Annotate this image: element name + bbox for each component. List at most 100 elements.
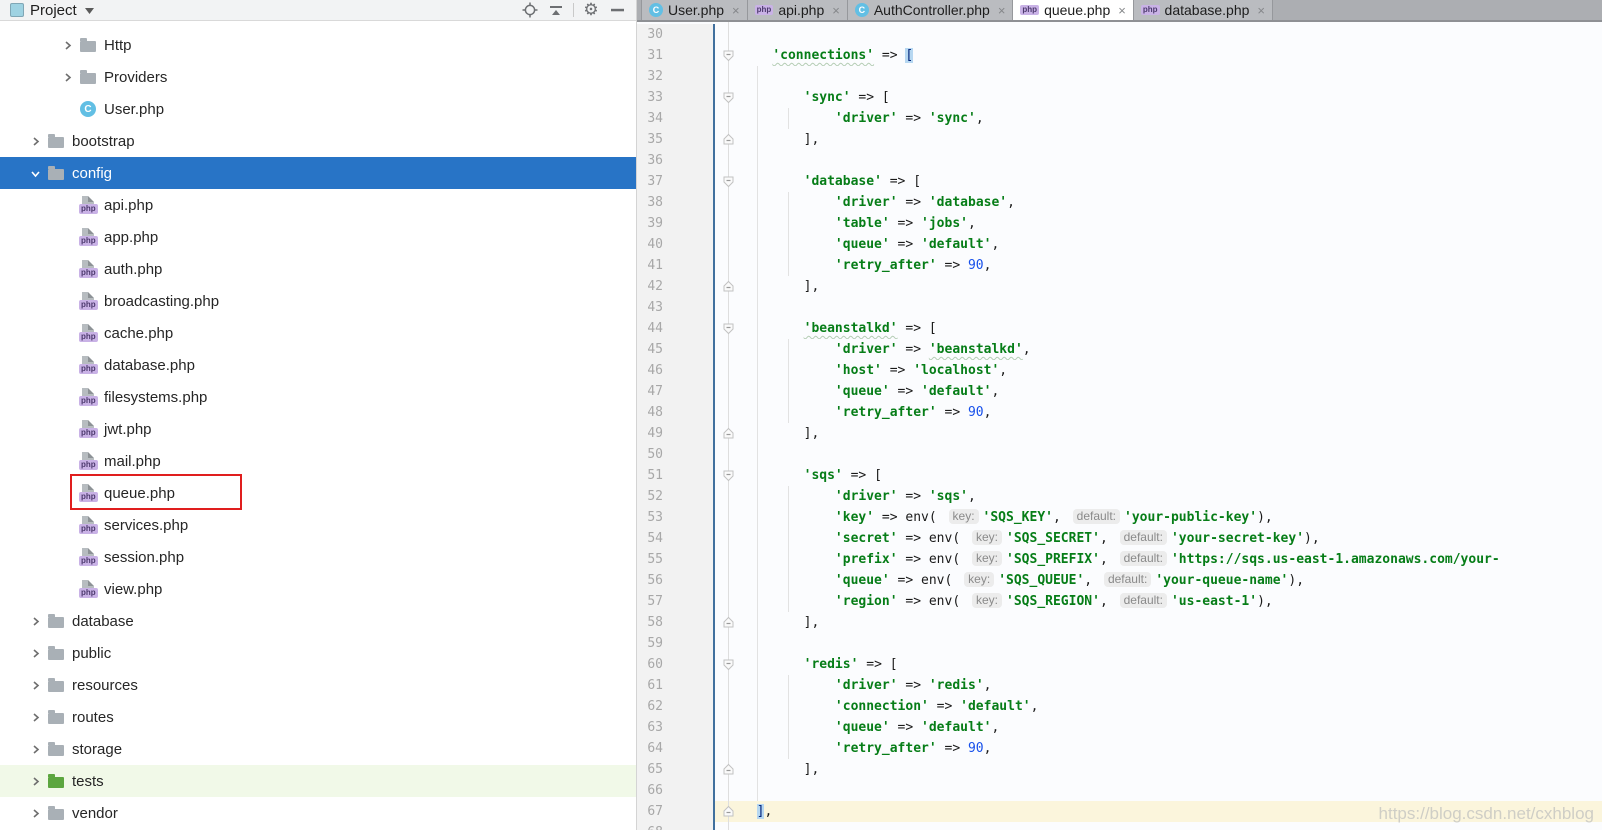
line-gutter[interactable]: 52 (637, 486, 715, 507)
settings-gear-icon[interactable]: ⚙ (578, 0, 604, 20)
tree-item-mail-php[interactable]: phpmail.php (0, 445, 636, 477)
code-text[interactable]: ], (741, 129, 1602, 150)
line-gutter[interactable]: 40 (637, 234, 715, 255)
line-gutter[interactable]: 51 (637, 465, 715, 486)
line-gutter[interactable]: 65 (637, 759, 715, 780)
line-gutter[interactable]: 45 (637, 339, 715, 360)
code-text[interactable]: 'region' => env( key:'SQS_REGION', defau… (741, 591, 1602, 612)
tree-item-vendor[interactable]: vendor (0, 797, 636, 829)
close-icon[interactable]: × (1257, 3, 1265, 18)
line-gutter[interactable]: 57 (637, 591, 715, 612)
line-gutter[interactable]: 63 (637, 717, 715, 738)
line-gutter[interactable]: 43 (637, 297, 715, 318)
line-gutter[interactable]: 64 (637, 738, 715, 759)
line-gutter[interactable]: 49 (637, 423, 715, 444)
chevron-right-icon[interactable] (56, 72, 78, 83)
chevron-right-icon[interactable] (24, 712, 46, 723)
fold-up-icon[interactable] (715, 427, 741, 440)
tree-item-view-php[interactable]: phpview.php (0, 573, 636, 605)
panel-title[interactable]: Project (30, 2, 77, 19)
code-text[interactable]: 'secret' => env( key:'SQS_SECRET', defau… (741, 528, 1602, 549)
tab-api-php[interactable]: phpapi.php× (748, 0, 848, 20)
code-text[interactable]: 'sqs' => [ (741, 465, 1602, 486)
tree-item-database-php[interactable]: phpdatabase.php (0, 349, 636, 381)
code-text[interactable]: 'queue' => 'default', (741, 234, 1602, 255)
fold-up-icon[interactable] (715, 805, 741, 818)
line-gutter[interactable]: 54 (637, 528, 715, 549)
line-gutter[interactable]: 44 (637, 318, 715, 339)
tab-authcontroller-php[interactable]: CAuthController.php× (848, 0, 1014, 20)
chevron-right-icon[interactable] (24, 136, 46, 147)
close-icon[interactable]: × (998, 3, 1006, 18)
code-text[interactable]: ], (741, 612, 1602, 633)
fold-up-icon[interactable] (715, 616, 741, 629)
tree-item-routes[interactable]: routes (0, 701, 636, 733)
chevron-right-icon[interactable] (24, 776, 46, 787)
code-text[interactable]: 'driver' => 'redis', (741, 675, 1602, 696)
code-text[interactable]: 'beanstalkd' => [ (741, 318, 1602, 339)
code-text[interactable]: 'database' => [ (741, 171, 1602, 192)
line-gutter[interactable]: 48 (637, 402, 715, 423)
fold-up-icon[interactable] (715, 763, 741, 776)
chevron-down-icon[interactable] (24, 168, 46, 179)
line-gutter[interactable]: 38 (637, 192, 715, 213)
tree-item-broadcasting-php[interactable]: phpbroadcasting.php (0, 285, 636, 317)
close-icon[interactable]: × (732, 3, 740, 18)
tree-item-app-php[interactable]: phpapp.php (0, 221, 636, 253)
tree-item-providers[interactable]: Providers (0, 61, 636, 93)
code-text[interactable]: 'table' => 'jobs', (741, 213, 1602, 234)
line-gutter[interactable]: 31 (637, 45, 715, 66)
tree-item-storage[interactable]: storage (0, 733, 636, 765)
code-text[interactable]: 'connection' => 'default', (741, 696, 1602, 717)
code-text[interactable]: 'retry_after' => 90, (741, 402, 1602, 423)
line-gutter[interactable]: 35 (637, 129, 715, 150)
tree-item-jwt-php[interactable]: phpjwt.php (0, 413, 636, 445)
code-text[interactable]: ], (741, 759, 1602, 780)
line-gutter[interactable]: 39 (637, 213, 715, 234)
collapse-all-icon[interactable] (543, 0, 569, 20)
hide-panel-icon[interactable] (604, 0, 630, 20)
line-gutter[interactable]: 66 (637, 780, 715, 801)
line-gutter[interactable]: 58 (637, 612, 715, 633)
line-gutter[interactable]: 56 (637, 570, 715, 591)
line-gutter[interactable]: 60 (637, 654, 715, 675)
close-icon[interactable]: × (1118, 3, 1126, 18)
line-gutter[interactable]: 47 (637, 381, 715, 402)
tree-item-config[interactable]: config (0, 157, 636, 189)
fold-up-icon[interactable] (715, 280, 741, 293)
chevron-right-icon[interactable] (56, 40, 78, 51)
line-gutter[interactable]: 32 (637, 66, 715, 87)
tab-user-php[interactable]: CUser.php× (641, 0, 748, 20)
code-text[interactable]: 'redis' => [ (741, 654, 1602, 675)
chevron-right-icon[interactable] (24, 616, 46, 627)
code-text[interactable]: 'retry_after' => 90, (741, 738, 1602, 759)
code-text[interactable]: 'queue' => env( key:'SQS_QUEUE', default… (741, 570, 1602, 591)
line-gutter[interactable]: 62 (637, 696, 715, 717)
chevron-down-icon[interactable] (85, 1, 94, 19)
line-gutter[interactable]: 36 (637, 150, 715, 171)
code-text[interactable]: 'driver' => 'sync', (741, 108, 1602, 129)
tree-item-http[interactable]: Http (0, 29, 636, 61)
code-text[interactable]: ], (741, 423, 1602, 444)
code-text[interactable]: 'connections' => [ (741, 45, 1602, 66)
tree-item-api-php[interactable]: phpapi.php (0, 189, 636, 221)
tree-item-bootstrap[interactable]: bootstrap (0, 125, 636, 157)
line-gutter[interactable]: 67 (637, 801, 715, 822)
tree-item-user-php[interactable]: CUser.php (0, 93, 636, 125)
code-text[interactable]: 'driver' => 'database', (741, 192, 1602, 213)
tree-item-database[interactable]: database (0, 605, 636, 637)
code-text[interactable]: 'host' => 'localhost', (741, 360, 1602, 381)
code-editor[interactable]: 3031 'connections' => [3233 'sync' => [3… (637, 22, 1602, 830)
tree-item-filesystems-php[interactable]: phpfilesystems.php (0, 381, 636, 413)
line-gutter[interactable]: 41 (637, 255, 715, 276)
line-gutter[interactable]: 59 (637, 633, 715, 654)
line-gutter[interactable]: 53 (637, 507, 715, 528)
line-gutter[interactable]: 68 (637, 822, 715, 830)
tree-item-resources[interactable]: resources (0, 669, 636, 701)
fold-down-icon[interactable] (715, 91, 741, 104)
tree-item-services-php[interactable]: phpservices.php (0, 509, 636, 541)
fold-down-icon[interactable] (715, 322, 741, 335)
line-gutter[interactable]: 34 (637, 108, 715, 129)
tree-item-cache-php[interactable]: phpcache.php (0, 317, 636, 349)
fold-up-icon[interactable] (715, 133, 741, 146)
